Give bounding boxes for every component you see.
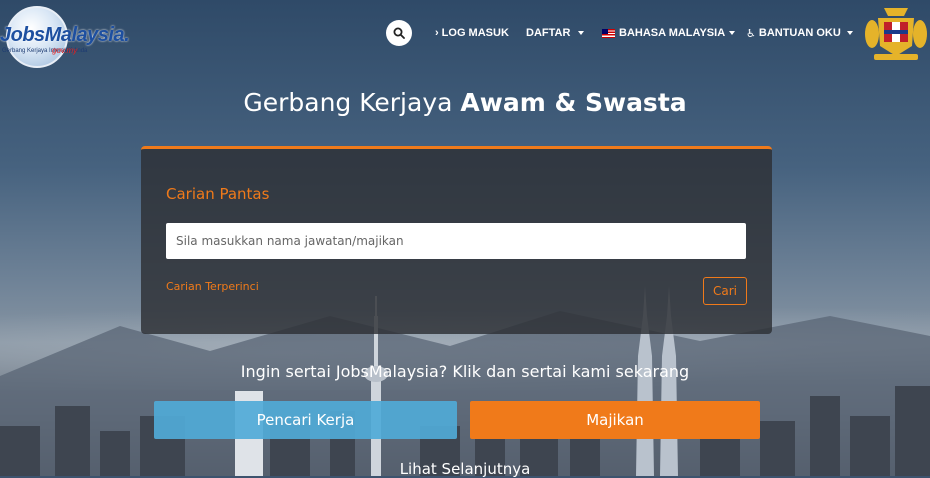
nav-login-label: LOG MASUK bbox=[441, 27, 509, 39]
search-submit-button[interactable]: Cari bbox=[703, 277, 747, 305]
advanced-search-link[interactable]: Carian Terperinci bbox=[166, 280, 259, 293]
nav-accessibility-label: BANTUAN OKU bbox=[758, 27, 841, 39]
wheelchair-icon: ♿ bbox=[746, 27, 756, 40]
job-search-input[interactable] bbox=[166, 223, 746, 259]
coat-of-arms-icon bbox=[865, 8, 927, 60]
quick-search-title: Carian Pantas bbox=[166, 185, 270, 203]
quick-search-panel: Carian Pantas Carian Terperinci Cari bbox=[141, 146, 772, 334]
nav-accessibility[interactable]: ♿ BANTUAN OKU bbox=[746, 25, 853, 41]
logo-tagline-domain: gov.my bbox=[52, 46, 78, 55]
caret-down-icon bbox=[578, 31, 585, 35]
chevron-right-icon: › bbox=[435, 27, 439, 39]
nav-register-label: DAFTAR bbox=[526, 27, 571, 39]
nav-login[interactable]: › LOG MASUK bbox=[435, 25, 509, 41]
see-more-link[interactable]: Lihat Selanjutnya bbox=[0, 460, 930, 478]
malaysia-flag-icon bbox=[602, 28, 615, 38]
page-title: Gerbang Kerjaya Awam & Swasta bbox=[0, 88, 930, 117]
search-icon bbox=[393, 27, 405, 39]
caret-down-icon bbox=[846, 31, 853, 35]
nav-language-label: BAHASA MALAYSIA bbox=[619, 27, 726, 39]
jobsmalaysia-logo[interactable]: JobsMalaysia. Gerbang Kerjaya Interaktif… bbox=[0, 4, 130, 68]
page-title-bold: Awam & Swasta bbox=[460, 88, 687, 117]
caret-down-icon bbox=[729, 31, 736, 35]
logo-text: JobsMalaysia. bbox=[0, 24, 130, 46]
employer-button[interactable]: Majikan bbox=[470, 401, 760, 439]
join-prompt: Ingin sertai JobsMalaysia? Klik dan sert… bbox=[240, 362, 690, 381]
page-title-normal: Gerbang Kerjaya bbox=[243, 88, 461, 117]
nav-register[interactable]: DAFTAR bbox=[526, 25, 585, 41]
search-button[interactable] bbox=[386, 20, 412, 46]
jobseeker-button[interactable]: Pencari Kerja bbox=[154, 401, 457, 439]
nav-language[interactable]: BAHASA MALAYSIA bbox=[602, 25, 736, 41]
